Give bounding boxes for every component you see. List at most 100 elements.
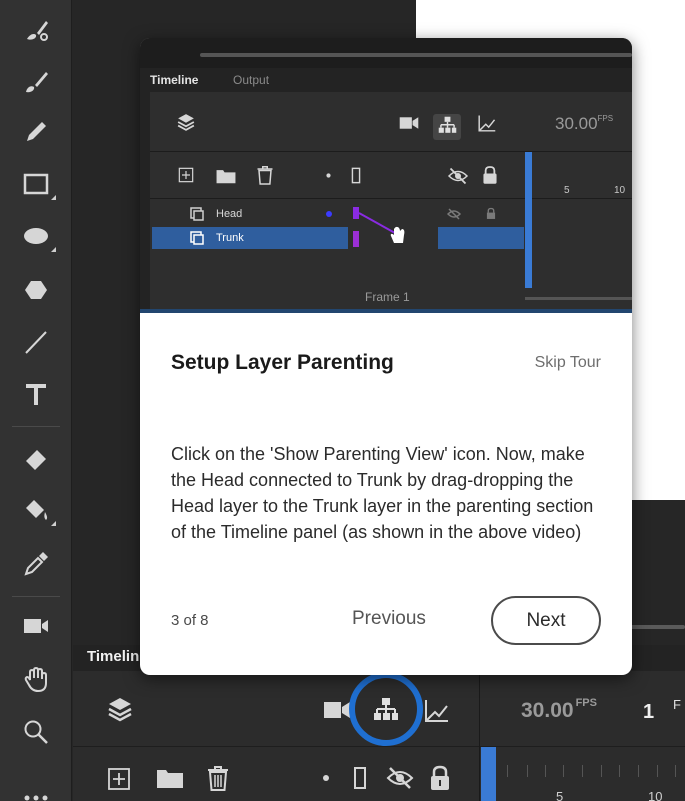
playhead[interactable] (481, 747, 496, 801)
submenu-indicator-icon (51, 195, 56, 200)
video-fps-unit: FPS (597, 114, 614, 123)
camera-icon (24, 619, 48, 633)
video-layer-head-label: Head (216, 208, 243, 220)
video-bottom-edge (140, 309, 632, 313)
text-tool[interactable] (16, 374, 56, 414)
ruler-label: 10 (648, 789, 663, 801)
rectangle-tool[interactable] (16, 164, 56, 204)
video-layers-icon (176, 112, 196, 132)
graph-editor-button[interactable] (423, 698, 449, 724)
timeline-divider (479, 671, 480, 801)
delete-layer-button[interactable] (206, 765, 230, 791)
video-layer-trunk: Trunk (152, 227, 348, 249)
video-scrollbar (200, 53, 632, 57)
layers-icon (108, 698, 132, 722)
submenu-indicator-icon (51, 247, 56, 252)
tour-video[interactable]: Timeline Output 30.00FPS Head Trunk 5 10… (140, 38, 632, 313)
video-layer-trunk-selection (438, 227, 524, 249)
eye-hidden-icon (386, 767, 414, 789)
video-scrollbar-bottom (525, 297, 632, 300)
video-tab-output: Output (233, 73, 270, 87)
ruler-label: 5 (556, 789, 564, 801)
polygon-icon (25, 281, 47, 299)
hand-tool[interactable] (16, 660, 56, 700)
zoom-tool[interactable] (16, 712, 56, 752)
trash-icon (208, 766, 228, 791)
current-frame-display[interactable]: 1 (643, 701, 654, 724)
video-fps-display: 30.00FPS (555, 114, 613, 134)
video-playhead (525, 152, 532, 288)
eraser-tool[interactable] (16, 438, 56, 478)
video-layer-trunk-label: Trunk (216, 232, 244, 244)
tour-step-counter: 3 of 8 (171, 612, 209, 629)
lock-toggle[interactable] (429, 765, 451, 791)
frame-suffix: F (673, 697, 681, 712)
layers-button[interactable] (106, 695, 134, 723)
pencil-tool[interactable] (16, 112, 56, 152)
video-outline-icon (351, 166, 361, 185)
oval-tool[interactable] (16, 216, 56, 256)
skip-tour-link[interactable]: Skip Tour (535, 354, 601, 372)
fps-display[interactable]: 30.00 FPS (521, 697, 597, 723)
graph-curve-icon (425, 700, 448, 722)
paint-brush-tool[interactable] (16, 62, 56, 102)
video-add-layer-icon (178, 167, 194, 183)
tab-timeline[interactable]: Timelin (87, 648, 139, 665)
next-button[interactable]: Next (491, 596, 601, 645)
lock-icon (431, 765, 449, 790)
eraser-icon (26, 450, 46, 470)
fps-value: 30.00 (521, 699, 574, 722)
tour-dialog: Timeline Output 30.00FPS Head Trunk 5 10… (140, 38, 632, 675)
video-ruler-label: 5 (564, 185, 570, 196)
camera-tool[interactable] (16, 606, 56, 646)
video-frame-label: Frame 1 (365, 290, 410, 304)
oval-icon (24, 228, 48, 244)
dot-icon (323, 775, 329, 781)
video-camera-icon (399, 115, 419, 131)
tools-panel (0, 0, 72, 801)
outline-layer-toggle[interactable] (353, 766, 367, 790)
magnifier-icon (24, 720, 48, 744)
hand-icon (24, 666, 47, 693)
video-parenting-icon (438, 116, 457, 135)
paint-bucket-icon (26, 500, 48, 520)
video-lock-small-icon (486, 207, 496, 220)
video-blue-dot (326, 211, 332, 217)
camera-toggle-button[interactable] (323, 699, 351, 721)
rectangle-icon (23, 173, 49, 195)
animate-workspace: Timelin 30.00 FPS 1 F 5 10 Timeline Outp… (0, 0, 685, 801)
video-layer-icon (190, 207, 204, 221)
video-layer-head: Head (152, 203, 348, 225)
video-eye-hidden-small-icon (447, 208, 461, 220)
more-tools[interactable] (16, 770, 56, 801)
tool-divider (12, 426, 60, 427)
video-trash-icon (256, 165, 274, 185)
folder-icon (157, 770, 183, 788)
line-tool[interactable] (16, 322, 56, 362)
highlight-layer-dot[interactable] (321, 773, 331, 783)
subselect-tool[interactable] (16, 10, 56, 50)
new-folder-button[interactable] (156, 767, 184, 789)
polystar-tool[interactable] (16, 270, 56, 310)
show-parenting-view-button[interactable] (373, 697, 399, 723)
video-layer-icon (190, 231, 204, 245)
eyedropper-tool[interactable] (16, 544, 56, 584)
video-dot-icon (325, 172, 332, 179)
eyedropper-icon (24, 552, 48, 576)
line-icon (25, 331, 47, 354)
new-layer-button[interactable] (107, 767, 131, 791)
paint-bucket-tool[interactable] (16, 490, 56, 530)
outline-rect-icon (354, 767, 366, 789)
subselect-brush-icon (27, 21, 48, 41)
visibility-toggle[interactable] (386, 766, 414, 790)
previous-button[interactable]: Previous (352, 608, 426, 630)
video-graph-icon (477, 114, 496, 133)
parenting-hierarchy-icon (374, 698, 398, 720)
tool-divider (12, 596, 60, 597)
video-lock-icon (482, 165, 498, 185)
tour-body-text: Click on the 'Show Parenting View' icon.… (171, 444, 594, 542)
fps-unit: FPS (575, 697, 597, 709)
video-ruler-label: 10 (614, 185, 626, 196)
scrollbar[interactable] (630, 625, 685, 629)
more-icon (24, 795, 48, 801)
